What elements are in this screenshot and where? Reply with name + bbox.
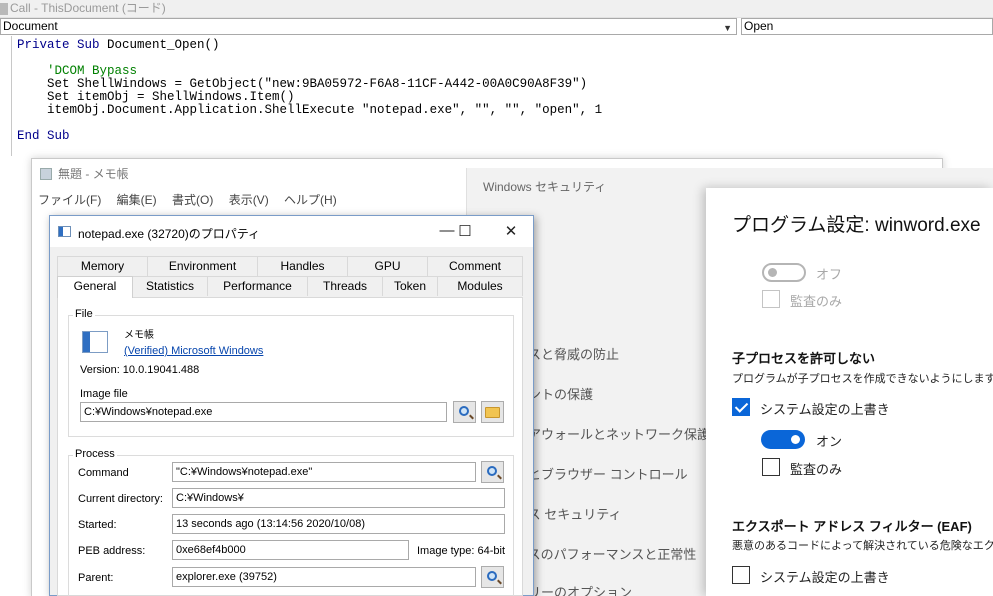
tab-comment[interactable]: Comment [427, 256, 523, 276]
tab-token[interactable]: Token [382, 276, 438, 296]
audit-only-label-1: 監査のみ [790, 294, 843, 309]
audit-only-checkbox-2[interactable] [762, 458, 780, 476]
program-settings-title: プログラム設定: winword.exe [732, 215, 981, 236]
audit-only-checkbox-1[interactable] [762, 290, 780, 308]
current-directory-label: Current directory: [78, 493, 163, 505]
magnifier-icon [487, 466, 497, 476]
tab-threads[interactable]: Threads [307, 276, 383, 296]
tab-statistics[interactable]: Statistics [132, 276, 208, 296]
file-company-link[interactable]: (Verified) Microsoft Windows [124, 345, 263, 357]
section-eaf-desc: 悪意のあるコードによって解決されている危険なエクスポート [732, 540, 993, 552]
override-checkbox-2[interactable] [732, 566, 750, 584]
folder-icon [485, 407, 500, 418]
object-combobox-value: Document [3, 19, 58, 33]
tabs-row-top: Memory Environment Handles GPU Comment [57, 256, 523, 276]
started-field[interactable]: 13 seconds ago (13:14:56 2020/10/08) [172, 514, 505, 534]
command-label: Command [78, 467, 129, 479]
magnifier-icon [487, 571, 497, 581]
notepad-menubar: ファイル(F) 編集(E) 書式(O) 表示(V) ヘルプ(H) [38, 191, 349, 208]
maximize-button[interactable]: ☐ [450, 222, 480, 240]
procedure-combobox[interactable]: Open [741, 18, 993, 35]
audit-only-label-2: 監査のみ [790, 462, 843, 477]
code-gutter [0, 36, 12, 156]
close-button[interactable]: ✕ [496, 222, 526, 240]
vba-window-title-text: Call - ThisDocument (コード) [10, 1, 166, 15]
image-type-label: Image type: 64-bit [417, 545, 506, 557]
tab-gpu[interactable]: GPU [347, 256, 428, 276]
override-label-2: システム設定の上書き [760, 570, 890, 585]
image-file-field[interactable]: C:¥Windows¥notepad.exe [80, 402, 447, 422]
section-eaf-heading: エクスポート アドレス フィルター (EAF) [732, 519, 972, 534]
section-child-process-desc: プログラムが子プロセスを作成できないようにします。 [732, 373, 993, 385]
toggle-knob [791, 435, 800, 444]
program-settings-panel: プログラム設定: winword.exe オフ 監査のみ 子プロセスを許可しない… [706, 188, 993, 596]
tabs-row-bottom: General Statistics Performance Threads T… [57, 276, 523, 298]
image-file-label: Image file [80, 388, 128, 400]
file-group-label: File [73, 308, 95, 320]
code-line-6[interactable]: itemObj.Document.Application.ShellExecut… [17, 104, 602, 117]
section-child-process-heading: 子プロセスを許可しない [732, 351, 876, 366]
notepad-icon [40, 168, 52, 180]
menu-view[interactable]: 表示(V) [229, 193, 269, 207]
peb-address-label: PEB address: [78, 545, 146, 557]
parent-label: Parent: [78, 572, 114, 584]
process-group-label: Process [73, 448, 117, 460]
file-version: Version: 10.0.19041.488 [80, 364, 200, 376]
parent-field[interactable]: explorer.exe (39752) [172, 567, 476, 587]
override-label-1: システム設定の上書き [760, 402, 890, 417]
notepad-large-icon [82, 331, 108, 353]
windows-security-title: Windows セキュリティ [483, 180, 607, 194]
menu-file[interactable]: ファイル(F) [38, 193, 101, 207]
procedure-combobox-value: Open [744, 19, 774, 33]
command-search-button[interactable] [481, 461, 504, 483]
override-checkbox-1[interactable] [732, 398, 750, 416]
started-label: Started: [78, 519, 117, 531]
file-description: メモ帳 [124, 330, 154, 341]
nav-item-device-performance[interactable]: イスのパフォーマンスと正常性 [515, 544, 696, 563]
notepad-title-text: 無題 - メモ帳 [58, 167, 129, 181]
toggle-switch-on[interactable] [761, 430, 805, 449]
toggle-knob [768, 268, 777, 277]
magnifier-icon [459, 406, 469, 416]
parent-search-button[interactable] [481, 566, 504, 588]
tab-environment[interactable]: Environment [147, 256, 258, 276]
notepad-title: 無題 - メモ帳 [40, 165, 129, 182]
menu-help[interactable]: ヘルプ(H) [284, 193, 337, 207]
vba-window-icon [0, 2, 8, 15]
code-line-1[interactable]: Private Sub Document_Open() [17, 39, 220, 52]
object-combobox[interactable]: Document ▼ [0, 18, 737, 35]
tab-performance[interactable]: Performance [207, 276, 308, 296]
dialog-titlebar: notepad.exe (32720)のプロパティ — ☐ ✕ [50, 216, 533, 247]
tab-handles[interactable]: Handles [257, 256, 348, 276]
nav-item-app-browser[interactable]: リとブラウザー コントロール [515, 464, 688, 483]
image-file-search-button[interactable] [453, 401, 476, 423]
menu-format[interactable]: 書式(O) [172, 193, 213, 207]
toggle-switch-off[interactable] [762, 263, 806, 282]
menu-edit[interactable]: 編集(E) [117, 193, 157, 207]
tab-general[interactable]: General [57, 276, 133, 298]
explore-folder-button[interactable] [481, 401, 504, 423]
toggle-off-label: オフ [816, 267, 843, 282]
tab-modules[interactable]: Modules [437, 276, 523, 296]
nav-item-firewall[interactable]: イアウォールとネットワーク保護 [515, 424, 710, 443]
notepad-icon [58, 226, 71, 237]
dialog-title: notepad.exe (32720)のプロパティ [78, 227, 261, 241]
command-field[interactable]: "C:¥Windows¥notepad.exe" [172, 462, 476, 482]
current-directory-field[interactable]: C:¥Windows¥ [172, 488, 505, 508]
peb-address-field[interactable]: 0xe68ef4b000 [172, 540, 409, 560]
chevron-down-icon[interactable]: ▼ [723, 21, 732, 36]
vba-window-title: Call - ThisDocument (コード) [0, 0, 993, 18]
tab-memory[interactable]: Memory [57, 256, 148, 276]
toggle-on-label: オン [816, 434, 843, 449]
code-line-8[interactable]: End Sub [17, 130, 70, 143]
